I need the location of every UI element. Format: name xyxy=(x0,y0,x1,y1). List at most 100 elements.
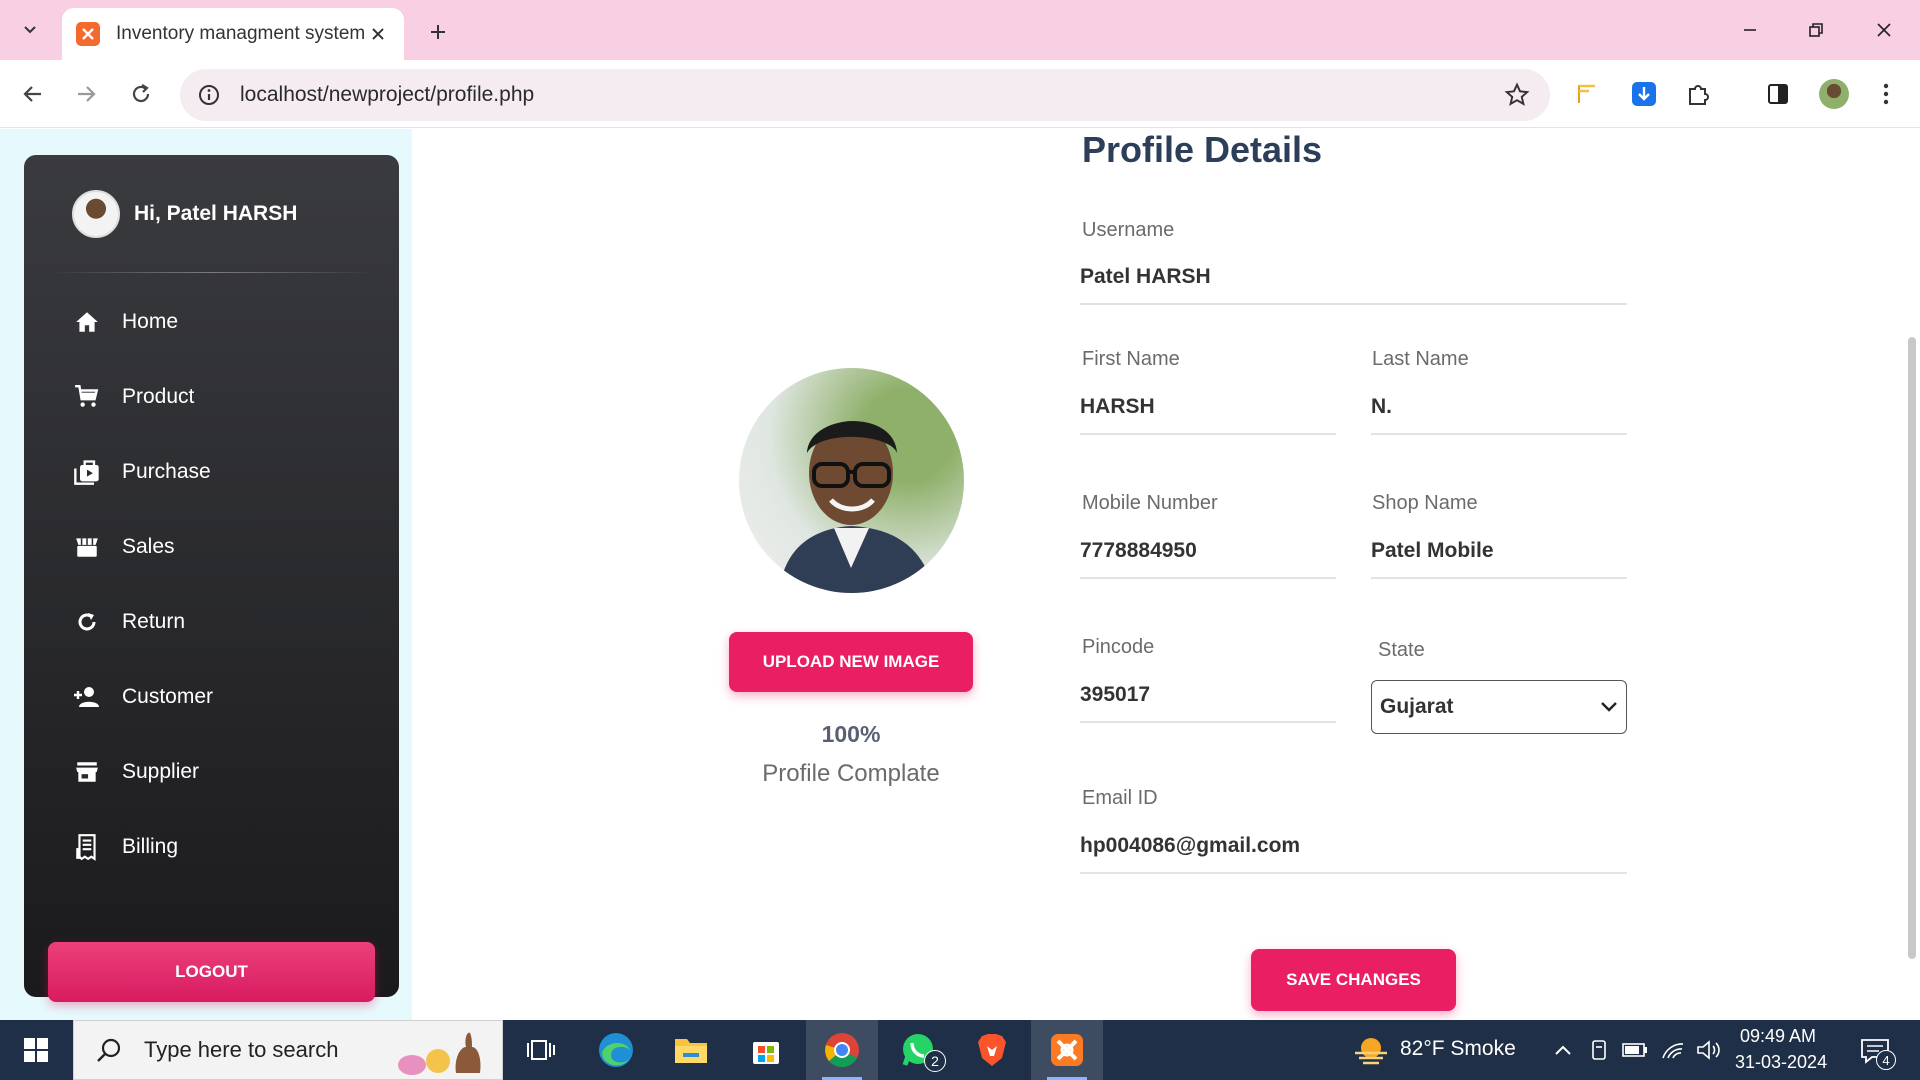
sidebar-item-billing[interactable]: Billing xyxy=(72,823,372,871)
sidebar-item-label: Home xyxy=(122,310,179,333)
brave-icon xyxy=(978,1034,1006,1066)
side-panel-icon[interactable] xyxy=(1760,76,1796,112)
pincode-field[interactable]: 395017 xyxy=(1080,683,1150,707)
download-extension-icon[interactable] xyxy=(1626,76,1662,112)
clock-time[interactable]: 09:49 AM xyxy=(1740,1026,1816,1047)
mobile-label: Mobile Number xyxy=(1082,492,1218,514)
address-bar[interactable]: localhost/newproject/profile.php xyxy=(180,69,1550,121)
xampp-icon xyxy=(76,22,100,46)
email-field[interactable]: hp004086@gmail.com xyxy=(1080,834,1300,858)
profile-completion-percent: 100% xyxy=(821,721,881,747)
web-page: Hi, Patel HARSH Home Product Purchase Sa… xyxy=(0,129,1920,1020)
first-name-field[interactable]: HARSH xyxy=(1080,395,1155,419)
mobile-field[interactable]: 7778884950 xyxy=(1080,539,1197,563)
home-icon xyxy=(72,307,102,337)
search-icon xyxy=(97,1038,121,1062)
minimize-button[interactable] xyxy=(1720,8,1780,52)
add-person-icon xyxy=(72,682,102,712)
chevron-down-icon xyxy=(1600,695,1618,719)
edge-icon xyxy=(599,1033,633,1067)
sidebar-item-label: Purchase xyxy=(122,460,211,483)
sidebar-item-supplier[interactable]: Supplier xyxy=(72,748,372,796)
taskbar-brave[interactable] xyxy=(956,1020,1028,1080)
scrollbar-thumb[interactable] xyxy=(1908,337,1916,959)
sidebar-item-sales[interactable]: Sales xyxy=(72,523,372,571)
search-placeholder: Type here to search xyxy=(144,1037,339,1062)
clock-date[interactable]: 31-03-2024 xyxy=(1735,1052,1827,1073)
browser-titlebar: Inventory managment system xyxy=(0,0,1920,60)
sidebar-item-purchase[interactable]: Purchase xyxy=(72,448,372,496)
logout-button[interactable]: LOGOUT xyxy=(48,942,375,1002)
weather-icon[interactable] xyxy=(1353,1036,1389,1065)
device-icon[interactable] xyxy=(1585,1036,1613,1064)
store-app-icon xyxy=(753,1042,779,1064)
menu-kebab-icon[interactable] xyxy=(1868,76,1904,112)
upload-image-button[interactable]: UPLOAD NEW IMAGE xyxy=(729,632,973,692)
page-scrollbar[interactable] xyxy=(1904,129,1920,1020)
pincode-label: Pincode xyxy=(1082,636,1155,658)
email-label: Email ID xyxy=(1082,787,1158,809)
easter-eggs-icon xyxy=(394,1029,490,1077)
receipt-icon xyxy=(72,832,102,862)
restore-button[interactable] xyxy=(1786,8,1846,52)
task-view-button[interactable] xyxy=(505,1020,577,1080)
weather-text[interactable]: 82°F Smoke xyxy=(1400,1037,1516,1061)
sidebar-item-return[interactable]: Return xyxy=(72,598,372,646)
arrow-left-icon xyxy=(23,86,41,102)
folder-icon xyxy=(675,1039,707,1063)
first-name-label: First Name xyxy=(1082,348,1180,370)
last-name-field[interactable]: N. xyxy=(1371,395,1392,419)
tab-title: Inventory managment system xyxy=(116,23,366,44)
sidebar-item-label: Supplier xyxy=(122,760,200,783)
site-info-icon[interactable] xyxy=(198,84,220,106)
bookmark-star-icon[interactable] xyxy=(1504,82,1530,113)
close-tab-icon[interactable] xyxy=(366,22,390,46)
taskbar-whatsapp[interactable]: 2 xyxy=(882,1020,954,1080)
extensions-puzzle-icon[interactable] xyxy=(1680,76,1716,112)
page-title: Profile Details xyxy=(1082,129,1323,170)
back-button[interactable] xyxy=(11,72,55,116)
taskbar-chrome[interactable] xyxy=(806,1020,878,1080)
profile-photo xyxy=(739,368,964,593)
avatar xyxy=(72,190,120,238)
taskbar-store[interactable] xyxy=(730,1020,802,1080)
email-underline xyxy=(1080,872,1627,874)
browser-tab[interactable]: Inventory managment system xyxy=(62,8,404,60)
battery-icon[interactable] xyxy=(1621,1036,1649,1064)
shop-name-underline xyxy=(1371,577,1627,579)
close-window-button[interactable] xyxy=(1854,8,1914,52)
username-field[interactable]: Patel HARSH xyxy=(1080,265,1211,289)
sidebar-item-home[interactable]: Home xyxy=(72,298,372,346)
browser-toolbar: localhost/newproject/profile.php xyxy=(0,60,1920,128)
username-label: Username xyxy=(1082,219,1175,241)
restore-icon xyxy=(1809,23,1823,37)
chevron-up-icon[interactable] xyxy=(1549,1036,1577,1064)
tab-search-button[interactable] xyxy=(8,11,52,49)
notifications-icon[interactable]: 4 xyxy=(1858,1034,1896,1070)
profile-avatar-icon[interactable] xyxy=(1816,76,1852,112)
save-changes-button[interactable]: SAVE CHANGES xyxy=(1251,949,1456,1011)
shop-icon xyxy=(72,757,102,787)
speaker-icon[interactable] xyxy=(1695,1036,1723,1064)
flag-extension-icon[interactable] xyxy=(1570,76,1606,112)
taskbar-file-explorer[interactable] xyxy=(655,1020,727,1080)
arrow-right-icon xyxy=(78,86,96,102)
mobile-underline xyxy=(1080,577,1336,579)
sidebar-item-product[interactable]: Product xyxy=(72,373,372,421)
start-button[interactable] xyxy=(10,1030,62,1070)
sidebar-item-customer[interactable]: Customer xyxy=(72,673,372,721)
forward-button[interactable] xyxy=(64,72,108,116)
taskbar-edge[interactable] xyxy=(580,1020,652,1080)
close-icon xyxy=(1877,23,1891,37)
reload-icon xyxy=(132,84,150,103)
sidebar-item-label: Product xyxy=(122,385,195,408)
state-select[interactable]: Gujarat xyxy=(1371,680,1627,734)
purchase-icon xyxy=(72,457,102,487)
new-tab-button[interactable] xyxy=(420,14,456,50)
pincode-underline xyxy=(1080,721,1336,723)
taskbar-search[interactable]: Type here to search xyxy=(73,1020,503,1080)
shop-name-field[interactable]: Patel Mobile xyxy=(1371,539,1494,563)
reload-button[interactable] xyxy=(119,72,163,116)
taskbar-xampp[interactable] xyxy=(1031,1020,1103,1080)
wifi-icon[interactable] xyxy=(1659,1036,1687,1064)
